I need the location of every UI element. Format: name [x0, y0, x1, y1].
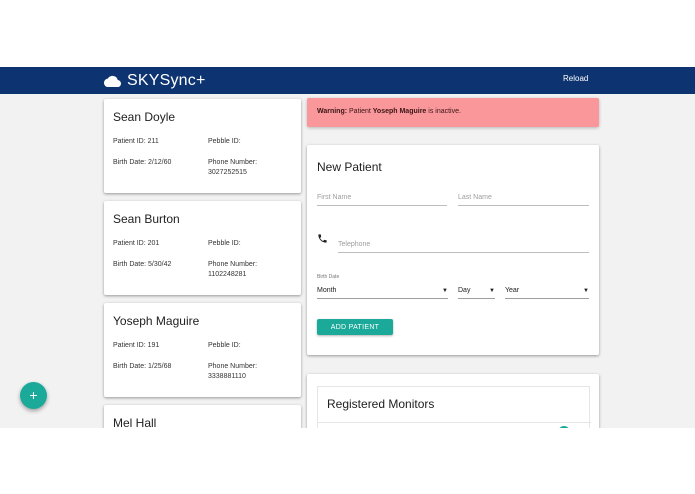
form-title: New Patient [317, 160, 382, 174]
monitors-title: Registered Monitors [327, 397, 435, 411]
phone-number: 3338881110 [208, 373, 246, 380]
month-value: Month [317, 287, 337, 294]
birth-date: Birth Date: 1/25/68 [113, 363, 172, 370]
top-navbar: SKYSync+ Reload [0, 67, 695, 94]
warning-middle: Patient [349, 108, 373, 115]
warning-suffix: is inactive. [426, 108, 461, 115]
patient-id: Patient ID: 201 [113, 240, 160, 247]
birth-date-label: Birth Date [317, 274, 340, 280]
patient-card[interactable]: Sean Burton Patient ID: 201 Pebble ID: B… [104, 201, 301, 295]
phone-number-label: Phone Number: [208, 159, 258, 166]
phone-number: 1102248281 [208, 271, 247, 278]
phone-icon [318, 234, 327, 243]
year-value: Year [505, 287, 520, 294]
brand[interactable]: SKYSync+ [104, 70, 206, 91]
last-name-input[interactable]: Last Name [458, 192, 589, 206]
warning-banner: Warning: Patient Yoseph Maguire is inact… [307, 98, 599, 127]
day-select[interactable]: Day ▼ [458, 285, 495, 299]
patient-name: Sean Burton [113, 212, 180, 226]
status-toggle[interactable] [558, 426, 570, 428]
year-select[interactable]: Year ▼ [505, 285, 589, 299]
monitors-panel: Registered Monitors [317, 386, 591, 428]
new-patient-form: New Patient First Name Last Name Telepho… [307, 145, 599, 355]
warning-prefix: Warning: [317, 108, 350, 115]
add-patient-button[interactable]: ADD PATIENT [317, 319, 393, 335]
dropdown-arrow-icon: ▼ [442, 288, 448, 294]
patient-name: Yoseph Maguire [113, 314, 200, 328]
registered-monitors-card: Registered Monitors [307, 374, 599, 428]
pebble-id: Pebble ID: [208, 240, 241, 247]
reload-link[interactable]: Reload [563, 74, 588, 83]
birth-date: Birth Date: 2/12/60 [113, 159, 172, 166]
patient-id: Patient ID: 211 [113, 138, 159, 145]
patient-card[interactable]: Mel Hall [104, 405, 301, 428]
cloud-icon [104, 75, 121, 87]
pebble-id: Pebble ID: [208, 138, 241, 145]
patient-name: Mel Hall [113, 416, 157, 428]
patient-name: Sean Doyle [113, 110, 176, 124]
day-value: Day [458, 287, 471, 294]
divider [318, 422, 591, 423]
main-content: Sean Doyle Patient ID: 211 Pebble ID: Bi… [0, 94, 695, 428]
patient-card[interactable]: Yoseph Maguire Patient ID: 191 Pebble ID… [104, 303, 301, 397]
dropdown-arrow-icon: ▼ [583, 288, 589, 294]
phone-number-label: Phone Number: [208, 363, 258, 370]
first-name-input[interactable]: First Name [317, 192, 447, 206]
brand-name: SKYSync+ [127, 71, 206, 89]
warning-patient-name: Yoseph Maguire [372, 108, 427, 115]
pebble-id: Pebble ID: [208, 342, 241, 349]
add-fab-button[interactable]: + [20, 382, 47, 409]
warning-text: Warning: Patient Yoseph Maguire is inact… [317, 108, 461, 115]
telephone-input[interactable]: Telephone [338, 239, 589, 253]
patient-id: Patient ID: 191 [113, 342, 160, 349]
phone-number: 3027252515 [208, 169, 247, 176]
birth-date: Birth Date: 5/30/42 [113, 261, 172, 268]
patient-card[interactable]: Sean Doyle Patient ID: 211 Pebble ID: Bi… [104, 99, 301, 193]
month-select[interactable]: Month ▼ [317, 285, 448, 299]
phone-number-label: Phone Number: [208, 261, 258, 268]
dropdown-arrow-icon: ▼ [489, 288, 495, 294]
